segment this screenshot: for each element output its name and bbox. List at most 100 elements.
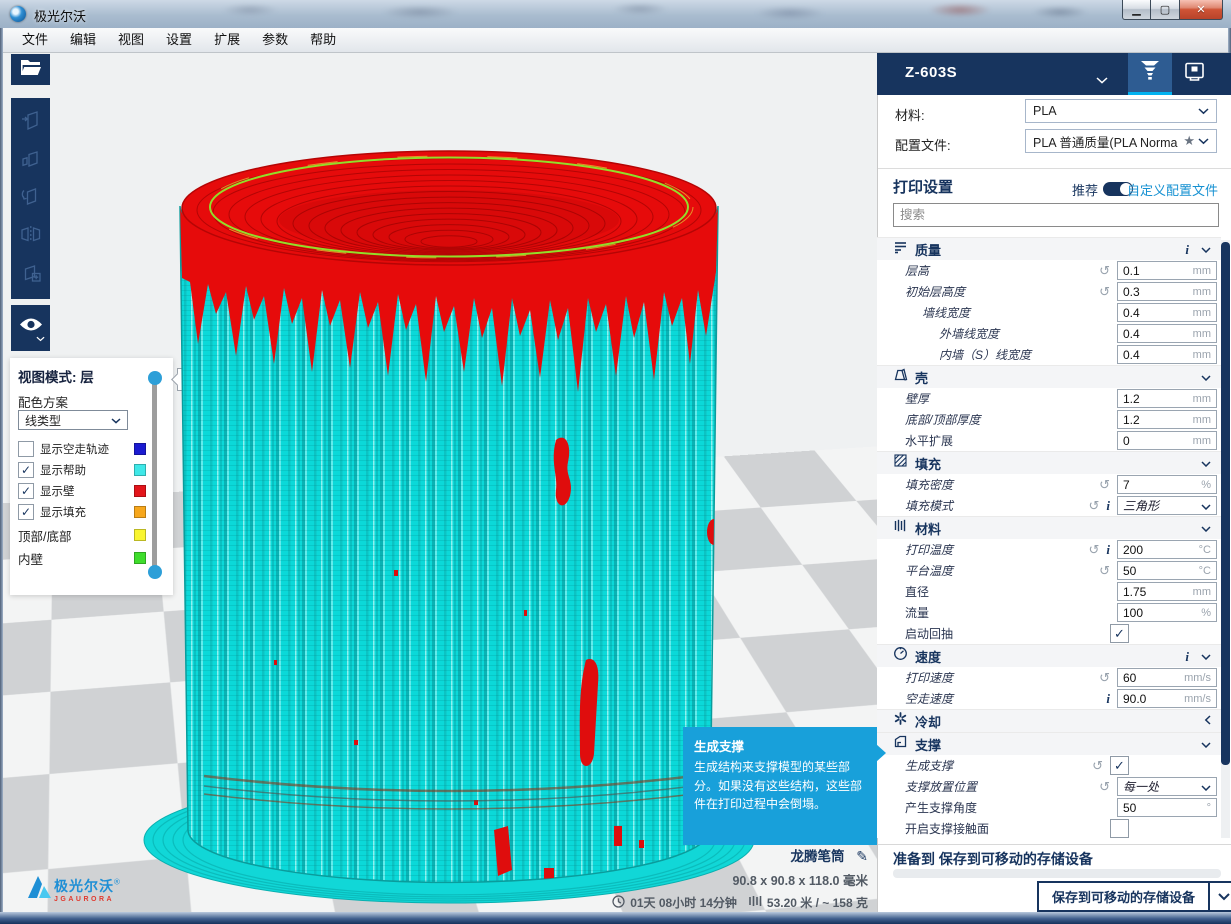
setting-input[interactable]: 60mm/s	[1117, 668, 1217, 687]
open-file-button[interactable]	[11, 54, 50, 85]
reset-icon[interactable]: ↺	[1092, 759, 1103, 772]
chevron-left-icon[interactable]	[1204, 712, 1211, 730]
chevron-down-icon	[1198, 134, 1209, 148]
reset-icon[interactable]: ↺	[1099, 780, 1110, 793]
printer-name[interactable]: Z-603S	[905, 64, 957, 81]
custom-profile-link[interactable]: 自定义配置文件	[1127, 180, 1218, 199]
setting-input[interactable]: 100%	[1117, 603, 1217, 622]
reset-icon[interactable]: ↺	[1088, 543, 1099, 556]
setting-input[interactable]: 90.0mm/s	[1117, 689, 1217, 708]
setting-dropdown[interactable]: 每一处	[1117, 777, 1217, 796]
menu-item-6[interactable]: 帮助	[299, 28, 347, 52]
info-icon[interactable]: i	[1106, 499, 1110, 512]
section-header-cooling[interactable]: 冷却	[877, 709, 1221, 732]
legend-label: 显示帮助	[40, 462, 86, 478]
chevron-down-icon[interactable]	[1201, 368, 1211, 386]
section-header-quality[interactable]: 质量i	[877, 237, 1221, 260]
setting-value: 1.75	[1123, 585, 1146, 599]
setting-input[interactable]: 0.4mm	[1117, 303, 1217, 322]
legend-label: 内壁	[18, 549, 43, 568]
setting-dropdown[interactable]: 三角形	[1117, 496, 1217, 515]
save-button-group: 保存到可移动的存储设备	[1037, 881, 1231, 912]
setting-input[interactable]: 1.2mm	[1117, 410, 1217, 429]
setting-value: 0.1	[1123, 264, 1140, 278]
setting-input[interactable]: 0.4mm	[1117, 345, 1217, 364]
setting-input[interactable]: 50°C	[1117, 561, 1217, 580]
tab-printer-monitor[interactable]	[1172, 53, 1216, 95]
reset-icon[interactable]: ↺	[1099, 478, 1110, 491]
settings-scrollbar-thumb[interactable]	[1221, 242, 1230, 765]
setting-row: 直径1.75mm	[877, 581, 1221, 602]
info-icon[interactable]: i	[1106, 543, 1110, 556]
chevron-down-icon[interactable]	[1096, 71, 1108, 89]
section-header-shell[interactable]: 壳	[877, 365, 1221, 388]
menu-item-2[interactable]: 视图	[107, 28, 155, 52]
settings-search-input[interactable]	[893, 203, 1219, 227]
edit-name-icon[interactable]: ✎	[856, 848, 868, 864]
folder-open-icon	[20, 59, 42, 81]
clock-icon	[612, 895, 625, 911]
setting-row: 支撑放置位置↺每一处	[877, 776, 1221, 797]
app-icon	[10, 6, 26, 22]
legend-checkbox[interactable]: ✓	[18, 483, 34, 499]
setting-label: 底部/顶部厚度	[905, 411, 980, 428]
material-dropdown[interactable]: PLA	[1025, 99, 1217, 123]
section-header-material[interactable]: 材料	[877, 516, 1221, 539]
legend-checkbox[interactable]	[18, 441, 34, 457]
legend-checkbox[interactable]: ✓	[18, 462, 34, 478]
setting-input[interactable]: 50°	[1117, 798, 1217, 817]
setting-input[interactable]: 0.3mm	[1117, 282, 1217, 301]
setting-checkbox[interactable]: ✓	[1110, 756, 1129, 775]
setting-row: 内墙（S）线宽度0.4mm	[877, 344, 1221, 365]
setting-checkbox[interactable]: ✓	[1110, 624, 1129, 643]
chevron-down-icon[interactable]	[1201, 519, 1211, 537]
chevron-down-icon[interactable]	[1201, 735, 1211, 753]
save-options-chevron[interactable]	[1210, 881, 1231, 912]
setting-input[interactable]: 0.4mm	[1117, 324, 1217, 343]
progress-bar	[893, 869, 1221, 878]
setting-input[interactable]: 1.2mm	[1117, 389, 1217, 408]
chevron-down-icon[interactable]	[1201, 647, 1211, 665]
minimize-button[interactable]: ▁	[1122, 0, 1151, 20]
setting-label: 打印温度	[905, 541, 953, 558]
setting-input[interactable]: 0mm	[1117, 431, 1217, 450]
info-icon[interactable]: i	[1185, 243, 1189, 256]
setting-input[interactable]: 1.75mm	[1117, 582, 1217, 601]
legend-checkbox[interactable]: ✓	[18, 504, 34, 520]
close-button[interactable]: ✕	[1180, 0, 1223, 20]
mirror-tool-icon	[19, 222, 43, 251]
setting-input[interactable]: 7%	[1117, 475, 1217, 494]
maximize-button[interactable]: ▢	[1151, 0, 1180, 20]
menu-item-1[interactable]: 编辑	[59, 28, 107, 52]
menu-item-4[interactable]: 扩展	[203, 28, 251, 52]
menu-item-3[interactable]: 设置	[155, 28, 203, 52]
setting-unit: °	[1207, 802, 1211, 814]
save-to-removable-button[interactable]: 保存到可移动的存储设备	[1037, 881, 1210, 912]
reset-icon[interactable]: ↺	[1099, 564, 1110, 577]
setting-value: 三角形	[1123, 497, 1159, 514]
section-header-speed[interactable]: 速度i	[877, 644, 1221, 667]
tab-print-setup[interactable]	[1128, 53, 1172, 95]
section-title: 填充	[915, 454, 941, 473]
setting-checkbox[interactable]	[1110, 819, 1129, 838]
setting-input[interactable]: 0.1mm	[1117, 261, 1217, 280]
info-icon[interactable]: i	[1106, 692, 1110, 705]
profile-dropdown[interactable]: PLA 普通质量(PLA Norma Qua ★	[1025, 129, 1217, 153]
setting-value: 60	[1123, 671, 1136, 685]
setting-row: 填充密度↺7%	[877, 474, 1221, 495]
setting-input[interactable]: 200°C	[1117, 540, 1217, 559]
setting-value: 0.4	[1123, 306, 1140, 320]
section-header-support[interactable]: 支撑	[877, 732, 1221, 755]
menu-item-0[interactable]: 文件	[11, 28, 59, 52]
reset-icon[interactable]: ↺	[1099, 285, 1110, 298]
brand-name-en: JGAURORA	[54, 896, 120, 903]
section-header-infill[interactable]: 填充	[877, 451, 1221, 474]
chevron-down-icon[interactable]	[1201, 240, 1211, 258]
menu-item-5[interactable]: 参数	[251, 28, 299, 52]
chevron-down-icon[interactable]	[1201, 454, 1211, 472]
info-icon[interactable]: i	[1185, 650, 1189, 663]
view-mode-button[interactable]	[11, 305, 50, 351]
reset-icon[interactable]: ↺	[1099, 264, 1110, 277]
reset-icon[interactable]: ↺	[1099, 671, 1110, 684]
reset-icon[interactable]: ↺	[1088, 499, 1099, 512]
